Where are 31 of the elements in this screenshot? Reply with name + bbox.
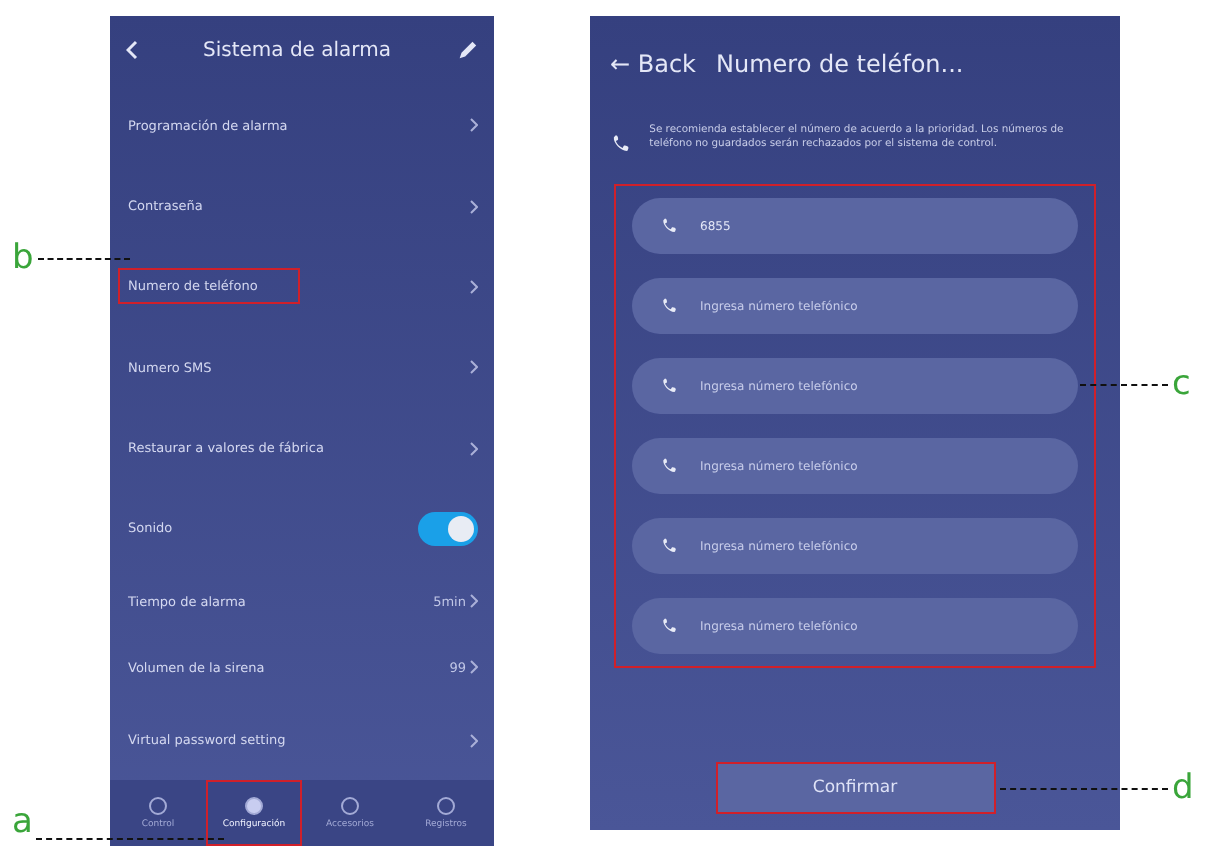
- phone-icon: [660, 296, 680, 316]
- callout-label: d: [1172, 772, 1194, 806]
- toggle-switch[interactable]: [418, 511, 478, 546]
- phone-icon: [660, 376, 680, 396]
- back-icon[interactable]: [126, 40, 138, 61]
- tab-icon: [340, 796, 360, 817]
- confirm-button[interactable]: Confirmar: [715, 762, 995, 814]
- tab-icon: [148, 796, 168, 817]
- chevron-right-icon: [470, 360, 478, 375]
- pencil-icon[interactable]: [455, 39, 478, 62]
- back-link[interactable]: ← Back: [610, 50, 697, 78]
- screen-title: Sistema de alarma: [203, 39, 391, 62]
- leader-line: [1080, 384, 1168, 386]
- chevron-right-icon: [470, 660, 478, 675]
- phone-icon: [660, 536, 680, 556]
- screen-title: Numero de teléfon...: [716, 50, 964, 78]
- phone-icon: [660, 216, 680, 236]
- chevron-right-icon: [470, 199, 478, 214]
- leader-line: [37, 258, 130, 260]
- tab-icon: [244, 796, 264, 817]
- phone-icon: [660, 456, 680, 476]
- chevron-right-icon: [470, 118, 478, 133]
- callout-label: c: [1172, 368, 1191, 402]
- chevron-right-icon: [470, 594, 478, 609]
- chevron-right-icon: [470, 441, 478, 456]
- chevron-right-icon: [470, 279, 478, 294]
- phone-icon: [660, 616, 680, 636]
- tab-icon: [436, 796, 456, 817]
- callout-label: b: [12, 242, 34, 276]
- chevron-right-icon: [470, 733, 478, 748]
- callout-label: a: [12, 806, 33, 840]
